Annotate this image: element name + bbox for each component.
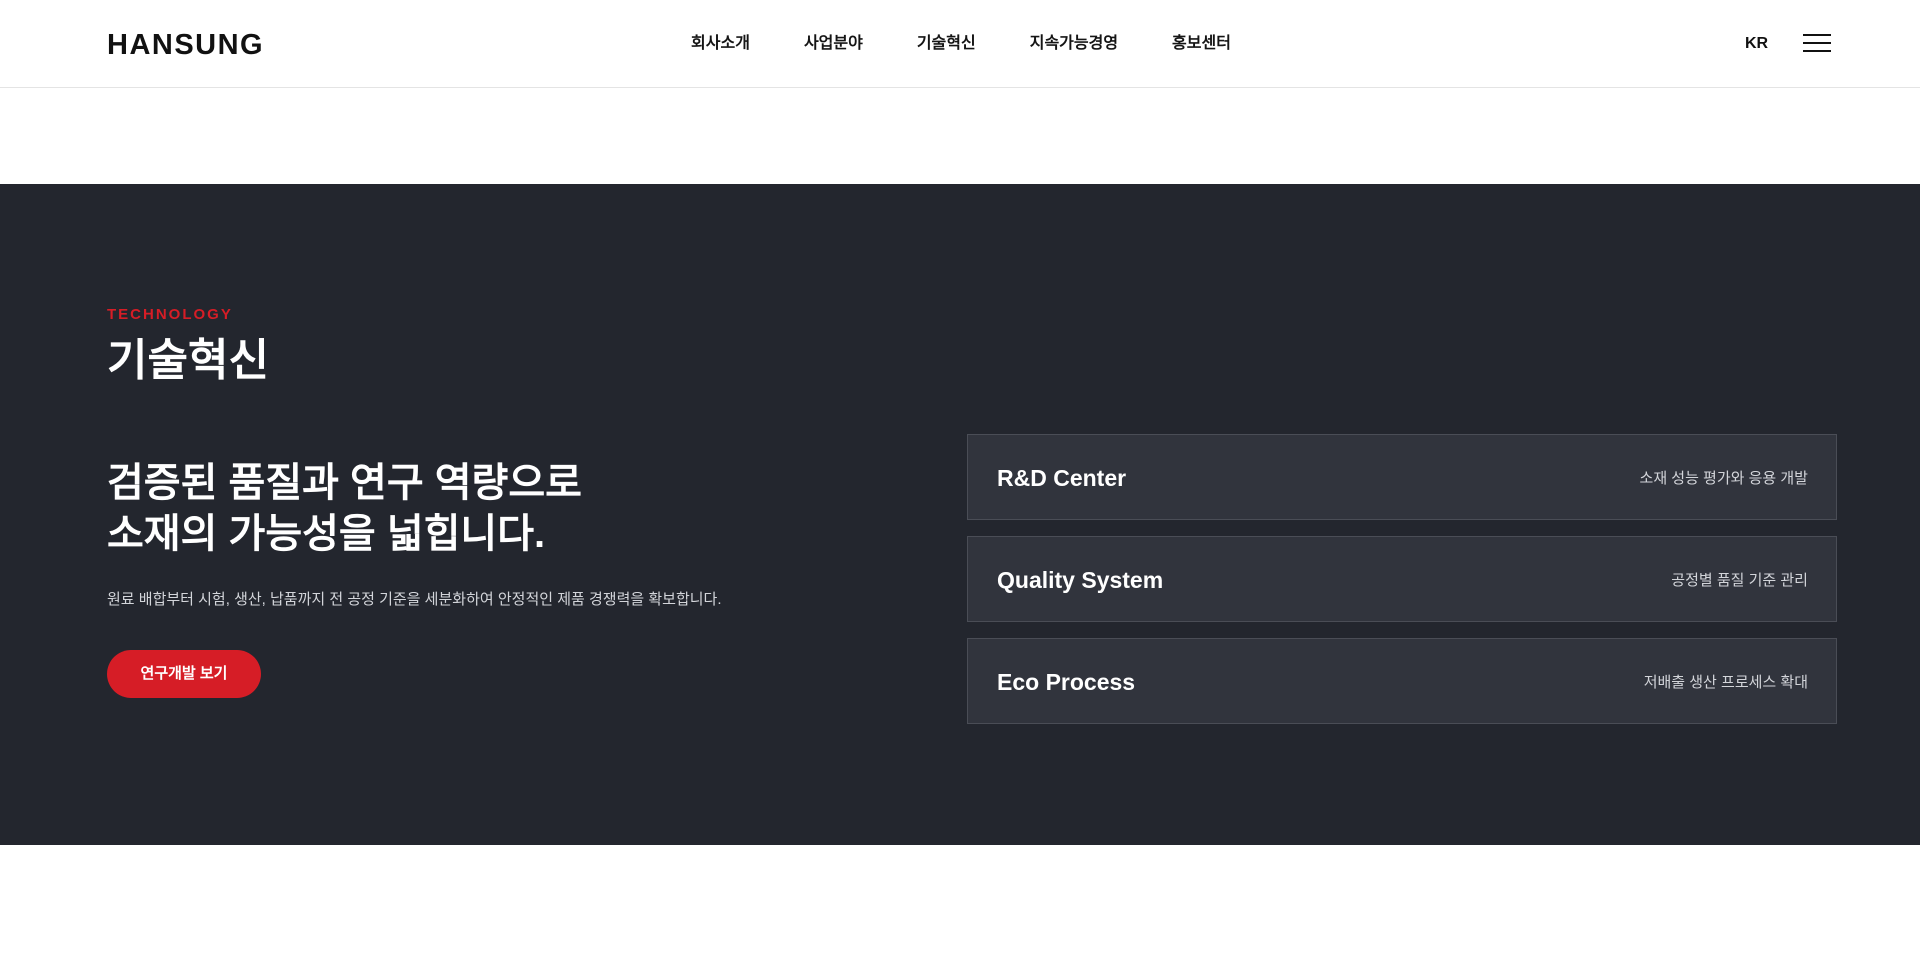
- language-selector[interactable]: KR: [1745, 34, 1768, 54]
- tech-card-list: R&D Center 소재 성능 평가와 응용 개발 Quality Syste…: [967, 434, 1837, 740]
- section-description: 원료 배합부터 시험, 생산, 납품까지 전 공정 기준을 세분화하여 안정적인…: [107, 591, 722, 608]
- headline-line-2: 소재의 가능성을 넓힙니다.: [107, 512, 546, 556]
- nav-item-company[interactable]: 회사소개: [691, 34, 750, 54]
- hamburger-menu-icon[interactable]: [1803, 33, 1831, 55]
- card-description: 소재 성능 평가와 응용 개발: [1639, 470, 1808, 487]
- card-title: R&D Center: [997, 465, 1127, 491]
- nav-item-technology[interactable]: 기술혁신: [917, 34, 976, 54]
- card-description: 공정별 품질 기준 관리: [1671, 572, 1808, 589]
- card-title: Quality System: [997, 567, 1164, 593]
- menu-bar: [1803, 42, 1831, 44]
- tech-card-rnd-center[interactable]: R&D Center 소재 성능 평가와 응용 개발: [967, 434, 1837, 520]
- nav-item-business[interactable]: 사업분야: [804, 34, 863, 54]
- headline-line-1: 검증된 품질과 연구 역량으로: [107, 461, 582, 505]
- technology-section: TECHNOLOGY 기술혁신 검증된 품질과 연구 역량으로 소재의 가능성을…: [0, 184, 1920, 845]
- menu-bar: [1803, 50, 1831, 52]
- main-nav: 회사소개 사업분야 기술혁신 지속가능경영 홍보센터: [0, 0, 1920, 88]
- menu-bar: [1803, 34, 1831, 36]
- site-header: HANSUNG 회사소개 사업분야 기술혁신 지속가능경영 홍보센터 KR: [0, 0, 1920, 88]
- tech-card-eco-process[interactable]: Eco Process 저배출 생산 프로세스 확대: [967, 638, 1837, 724]
- section-headline: 검증된 품질과 연구 역량으로 소재의 가능성을 넓힙니다.: [107, 458, 867, 560]
- card-title: Eco Process: [997, 669, 1136, 695]
- card-description: 저배출 생산 프로세스 확대: [1643, 674, 1808, 691]
- tech-card-quality-system[interactable]: Quality System 공정별 품질 기준 관리: [967, 536, 1837, 622]
- nav-item-pr-center[interactable]: 홍보센터: [1172, 34, 1231, 54]
- hansung-logo[interactable]: HANSUNG: [107, 28, 264, 62]
- section-eyebrow: TECHNOLOGY: [107, 306, 233, 323]
- section-title: 기술혁신: [107, 336, 269, 385]
- rnd-view-button[interactable]: 연구개발 보기: [107, 650, 261, 698]
- nav-item-sustainability[interactable]: 지속가능경영: [1030, 34, 1118, 54]
